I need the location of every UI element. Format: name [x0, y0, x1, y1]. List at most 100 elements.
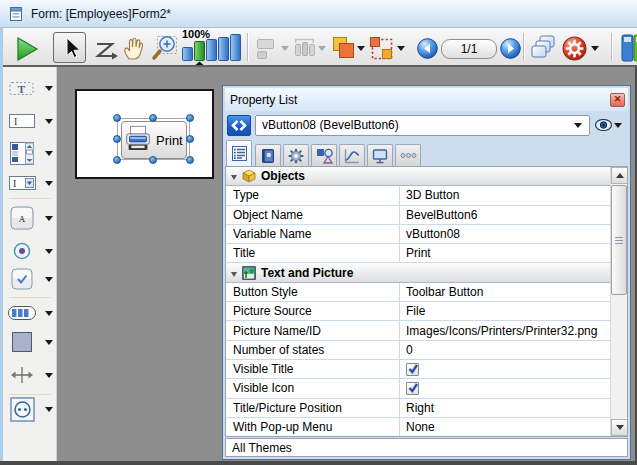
- gear-tab-icon: [288, 148, 304, 164]
- group-button[interactable]: [369, 36, 395, 61]
- check-box-dropdown-arrow[interactable]: [45, 277, 53, 282]
- distribute-button[interactable]: [292, 36, 317, 59]
- tool-check-box[interactable]: [3, 265, 57, 293]
- view-options-button[interactable]: [590, 119, 626, 131]
- combo-box-dropdown-arrow[interactable]: [45, 181, 53, 186]
- plugin-area-dropdown-arrow[interactable]: [45, 407, 53, 412]
- selection-handle[interactable]: [186, 135, 194, 143]
- splitter-dropdown-arrow[interactable]: [45, 373, 53, 378]
- zoom-level-bars[interactable]: [182, 34, 242, 65]
- selection-handle[interactable]: [113, 114, 121, 122]
- next-page-button[interactable]: [500, 38, 521, 59]
- property-value: File: [406, 304, 425, 318]
- property-section-header[interactable]: Objects: [226, 167, 610, 186]
- eye-icon: [595, 119, 612, 131]
- property-label: Picture Name/ID: [226, 324, 399, 338]
- property-row[interactable]: Visible Icon: [226, 379, 610, 398]
- scroll-thumb[interactable]: [611, 185, 627, 295]
- entry-order-button[interactable]: [93, 38, 118, 62]
- property-scrollbar[interactable]: [610, 167, 627, 436]
- property-tab-book[interactable]: [255, 144, 281, 166]
- previous-page-button[interactable]: [417, 38, 438, 59]
- property-label: With Pop-up Menu: [226, 420, 399, 434]
- button-dropdown-arrow[interactable]: [45, 216, 53, 221]
- selection-tool-button[interactable]: [53, 32, 86, 63]
- selection-handle[interactable]: [113, 156, 121, 164]
- display-views-button[interactable]: [529, 34, 557, 62]
- selection-handle[interactable]: [149, 114, 157, 122]
- move-tool-button[interactable]: [121, 34, 147, 62]
- tool-list-box[interactable]: [3, 139, 57, 167]
- close-button[interactable]: ✕: [610, 93, 625, 107]
- tool-progress-indicator[interactable]: [3, 299, 57, 327]
- distribute-dropdown-arrow[interactable]: [318, 46, 326, 51]
- zoom-tool-button[interactable]: [150, 33, 179, 63]
- property-section-header[interactable]: Text and Picture: [226, 263, 610, 282]
- property-tab-more[interactable]: [395, 144, 421, 166]
- property-label: Visible Icon: [226, 381, 399, 395]
- collapse-arrow-icon[interactable]: [231, 272, 237, 277]
- tool-rectangle[interactable]: [3, 328, 57, 356]
- object-selector-combobox[interactable]: vButton08 (BevelButton6): [255, 115, 590, 136]
- book-tab-icon: [260, 148, 276, 164]
- toolbar: 100% 1/1: [0, 28, 637, 67]
- property-label: Variable Name: [226, 227, 399, 241]
- tool-plugin-area[interactable]: [3, 395, 57, 423]
- property-row[interactable]: Title/Picture PositionRight: [226, 399, 610, 418]
- property-tab-curve[interactable]: [339, 144, 365, 166]
- checkbox-checked[interactable]: [406, 382, 419, 395]
- tool-button[interactable]: A: [3, 204, 57, 232]
- property-row[interactable]: Button StyleToolbar Button: [226, 283, 610, 302]
- execute-form-button[interactable]: [14, 36, 40, 62]
- level-dropdown-arrow[interactable]: [357, 46, 365, 51]
- property-list-titlebar[interactable]: Property List ✕: [225, 88, 628, 111]
- preferences-button[interactable]: [562, 36, 587, 61]
- selection-handle[interactable]: [113, 135, 121, 143]
- property-tab-shapes[interactable]: [311, 144, 337, 166]
- group-dropdown-arrow[interactable]: [397, 46, 405, 51]
- checkbox-checked[interactable]: [406, 363, 419, 376]
- property-row[interactable]: Type3D Button: [226, 186, 610, 205]
- print-button-object[interactable]: Print: [121, 121, 187, 159]
- page-indicator[interactable]: 1/1: [441, 39, 497, 59]
- scroll-up-button[interactable]: [611, 167, 628, 184]
- property-row[interactable]: Picture SourceFile: [226, 302, 610, 321]
- align-button[interactable]: [256, 37, 276, 59]
- object-navigator-button[interactable]: [227, 115, 251, 136]
- property-row[interactable]: Visible Title: [226, 360, 610, 379]
- property-row[interactable]: Variable NamevButton08: [226, 225, 610, 244]
- property-row[interactable]: With Pop-up MenuNone: [226, 418, 610, 437]
- property-value: 3D Button: [406, 188, 459, 202]
- align-dropdown-arrow[interactable]: [281, 46, 289, 51]
- tool-splitter[interactable]: [3, 361, 57, 389]
- scroll-down-button[interactable]: [611, 419, 628, 436]
- property-tab-list[interactable]: [226, 140, 252, 166]
- property-tab-display[interactable]: [367, 144, 393, 166]
- text-dropdown-arrow[interactable]: [45, 86, 53, 91]
- tool-text[interactable]: T: [3, 74, 57, 102]
- tool-input[interactable]: I: [3, 107, 57, 135]
- list-box-icon: [3, 142, 41, 165]
- property-value: Images/Icons/Printers/Printer32.png: [406, 324, 597, 338]
- rectangle-dropdown-arrow[interactable]: [45, 340, 53, 345]
- tool-radio-button[interactable]: [3, 237, 57, 265]
- property-row[interactable]: Picture Name/ID Images/Icons/Printers/Pri…: [226, 321, 610, 340]
- collapse-arrow-icon[interactable]: [231, 175, 237, 180]
- themes-bar[interactable]: All Themes: [225, 438, 628, 457]
- property-tab-gear[interactable]: [283, 144, 309, 166]
- list-box-dropdown-arrow[interactable]: [45, 151, 53, 156]
- selection-handle[interactable]: [149, 156, 157, 164]
- input-dropdown-arrow[interactable]: [45, 119, 53, 124]
- radio-button-dropdown-arrow[interactable]: [45, 249, 53, 254]
- tool-combo-box[interactable]: I: [3, 169, 57, 197]
- progress-indicator-dropdown-arrow[interactable]: [45, 311, 53, 316]
- property-row[interactable]: Number of states0: [226, 341, 610, 360]
- library-button[interactable]: [621, 33, 637, 62]
- property-row[interactable]: TitlePrint: [226, 244, 610, 263]
- level-button[interactable]: [331, 36, 356, 61]
- property-value: Print: [406, 246, 431, 260]
- selection-handle[interactable]: [186, 114, 194, 122]
- selection-handle[interactable]: [186, 156, 194, 164]
- property-row[interactable]: Object NameBevelButton6: [226, 206, 610, 225]
- preferences-dropdown-arrow[interactable]: [591, 46, 599, 51]
